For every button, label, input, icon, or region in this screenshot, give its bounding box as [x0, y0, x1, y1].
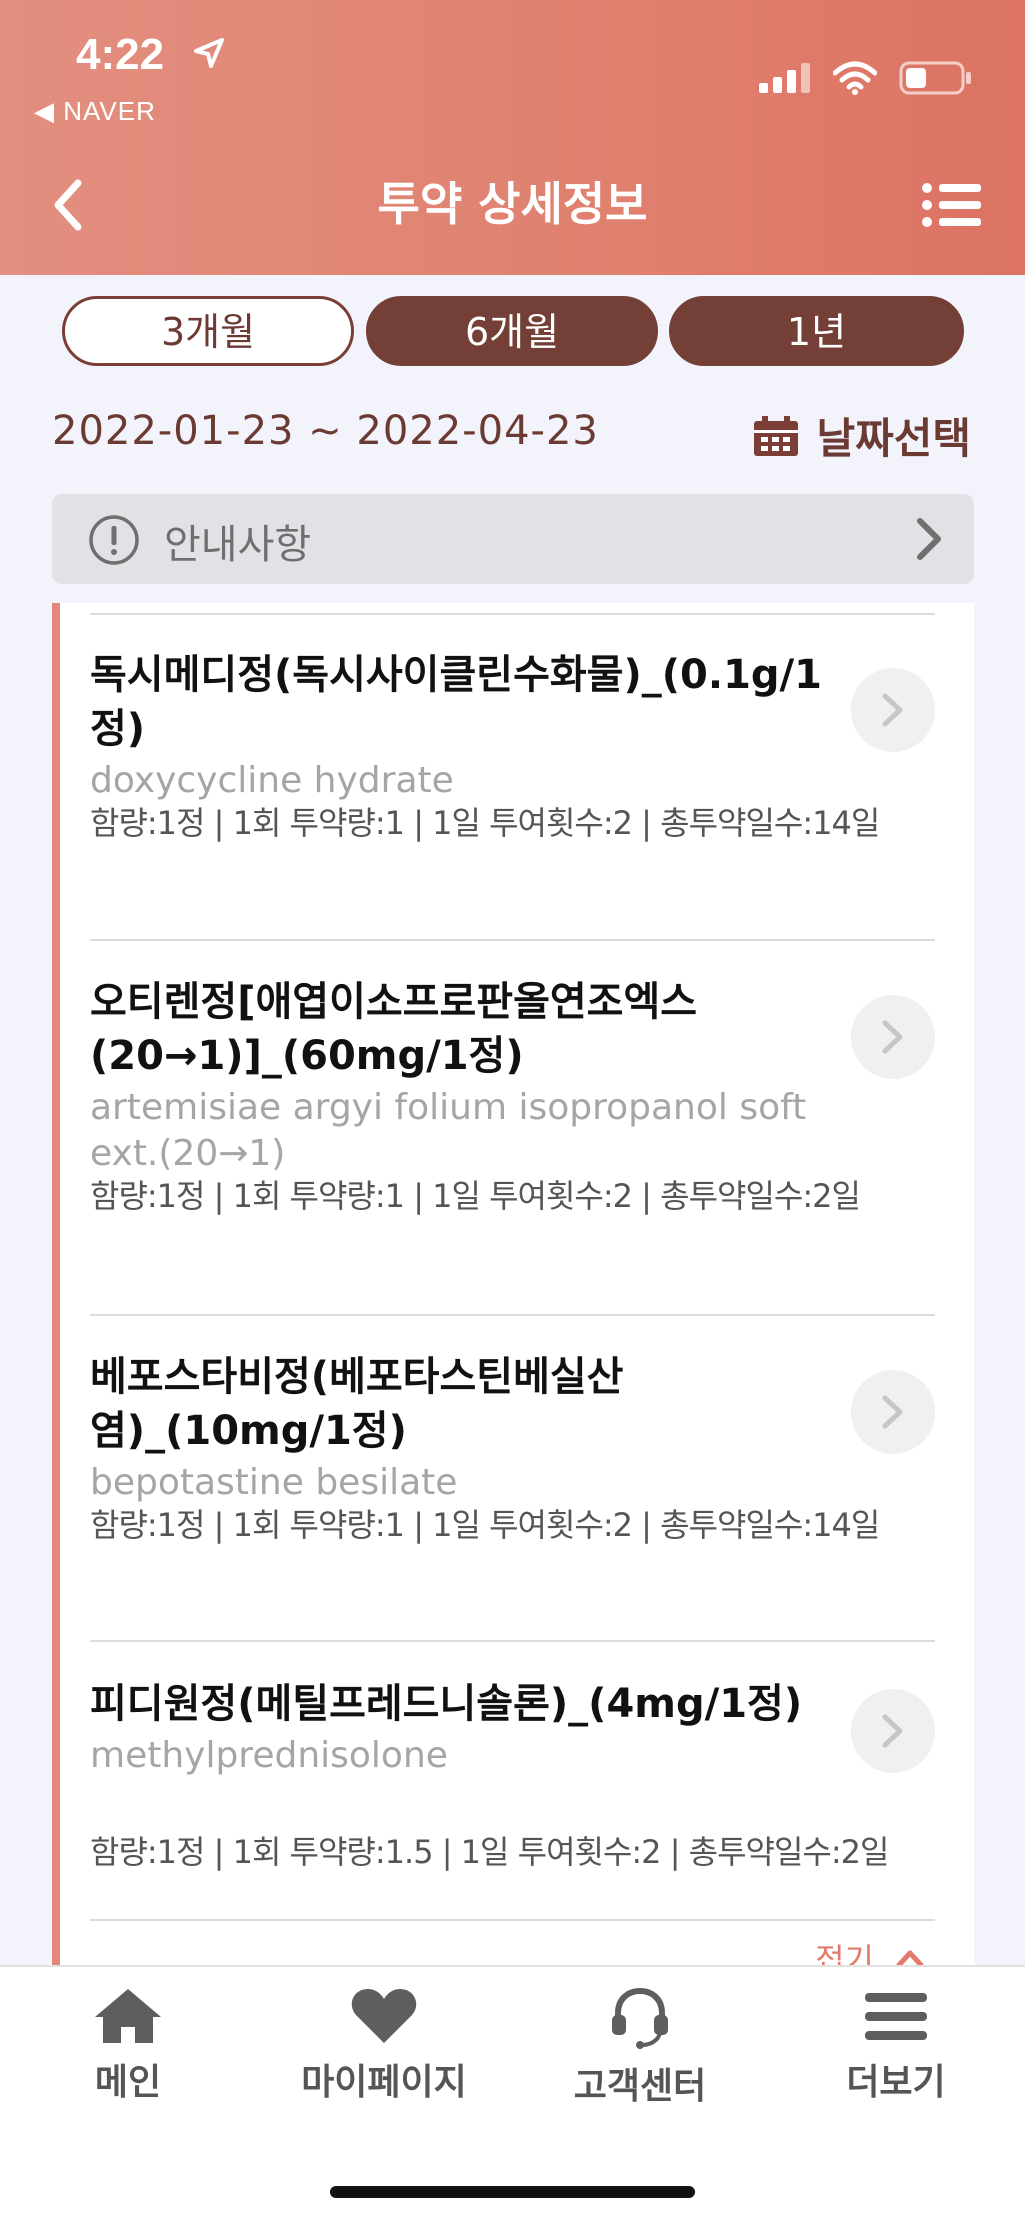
tab-label: 고객센터 — [573, 2066, 707, 2107]
medication-item: 피디원정(메틸프레드니솔론)_(4mg/1정) methylprednisolo… — [90, 1677, 935, 1871]
medication-dose: 함량:1정 | 1회 투약량:1 | 1일 투여횟수:2 | 총투약일수:14일 — [90, 804, 880, 842]
medication-dose: 함량:1정 | 1회 투약량:1 | 1일 투여횟수:2 | 총투약일수:2일 — [90, 1177, 861, 1215]
date-select-button[interactable]: 날짜선택 — [754, 405, 971, 466]
divider — [90, 939, 935, 941]
list-menu-icon[interactable] — [921, 180, 981, 230]
medication-detail-button[interactable] — [851, 1370, 935, 1454]
status-icons — [759, 60, 973, 96]
tab-label: 메인 — [94, 2062, 162, 2103]
medication-detail-button[interactable] — [851, 995, 935, 1079]
period-1-year-button[interactable]: 1년 — [669, 296, 964, 366]
cellular-signal-icon — [759, 63, 810, 93]
medication-dose: 함량:1정 | 1회 투약량:1 | 1일 투여횟수:2 | 총투약일수:14일 — [90, 1506, 880, 1544]
exclamation-circle-icon — [89, 515, 139, 565]
medication-name: 베포스타비정(베포타스틴베실산염)_(10mg/1정) — [90, 1354, 624, 1454]
medication-ingredient: methylprednisolone — [90, 1735, 448, 1776]
collapse-button[interactable]: 접기 — [815, 1935, 924, 1965]
chevron-right-icon — [917, 518, 941, 560]
chevron-right-icon — [882, 1714, 903, 1748]
medication-name: 오티렌정[애엽이소프로판올연조엑스(20→1)]_(60mg/1정) — [90, 979, 698, 1079]
notice-label: 안내사항 — [164, 522, 312, 568]
home-indicator — [330, 2186, 695, 2198]
chevron-right-icon — [882, 1020, 903, 1054]
medication-dose: 함량:1정 | 1회 투약량:1.5 | 1일 투여횟수:2 | 총투약일수:2… — [90, 1833, 889, 1871]
collapse-label: 접기 — [815, 1941, 874, 1965]
calendar-icon — [754, 415, 799, 456]
location-arrow-icon — [194, 38, 224, 68]
tab-label: 마이페이지 — [301, 2062, 467, 2103]
medication-item: 오티렌정[애엽이소프로판올연조엑스(20→1)]_(60mg/1정) artem… — [90, 975, 935, 1215]
chevron-up-icon — [896, 1950, 924, 1965]
medication-detail-button[interactable] — [851, 668, 935, 752]
wifi-icon — [833, 61, 877, 95]
status-time: 4:22 — [76, 30, 165, 79]
medication-ingredient: artemisiae argyi folium isopropanol soft… — [90, 1087, 807, 1174]
bottom-tab-bar: 메인 마이페이지 고객센터 더보기 — [0, 1965, 1025, 2221]
page-title: 투약 상세정보 — [377, 177, 648, 231]
hamburger-menu-icon — [865, 1993, 927, 2040]
divider — [90, 1919, 935, 1921]
medication-detail-button[interactable] — [851, 1689, 935, 1773]
divider — [90, 1314, 935, 1316]
medication-item: 독시메디정(독시사이클린수화물)_(0.1g/1정) doxycycline h… — [90, 648, 935, 842]
battery-icon — [899, 61, 971, 95]
home-icon — [95, 1989, 161, 2043]
app-header: 4:22 ◀ NAVER 투약 상세정보 — [0, 0, 1025, 275]
period-3-months-button[interactable]: 3개월 — [62, 296, 354, 366]
medication-card: 독시메디정(독시사이클린수화물)_(0.1g/1정) doxycycline h… — [52, 603, 974, 1965]
chevron-right-icon — [882, 693, 903, 727]
back-to-app-link[interactable]: ◀ NAVER — [34, 96, 156, 127]
tab-more[interactable]: 더보기 — [768, 1987, 1024, 2105]
divider — [90, 613, 935, 615]
chevron-right-icon — [882, 1395, 903, 1429]
divider — [90, 1640, 935, 1642]
headset-icon — [612, 1987, 668, 2049]
card-accent-bar — [52, 603, 60, 1965]
medication-name: 독시메디정(독시사이클린수화물)_(0.1g/1정) — [90, 652, 822, 752]
tab-label: 더보기 — [846, 2062, 946, 2103]
medication-name: 피디원정(메틸프레드니솔론)_(4mg/1정) — [90, 1681, 803, 1727]
notice-bar[interactable]: 안내사항 — [52, 494, 974, 584]
heart-icon — [351, 1989, 417, 2043]
date-range: 2022-01-23 ~ 2022-04-23 — [52, 408, 599, 454]
date-select-label: 날짜선택 — [816, 414, 971, 463]
tab-main[interactable]: 메인 — [0, 1987, 256, 2105]
tab-mypage[interactable]: 마이페이지 — [256, 1987, 512, 2105]
tab-customer-center[interactable]: 고객센터 — [512, 1987, 768, 2109]
period-6-months-button[interactable]: 6개월 — [366, 296, 658, 366]
medication-item: 베포스타비정(베포타스틴베실산염)_(10mg/1정) bepotastine … — [90, 1350, 935, 1544]
